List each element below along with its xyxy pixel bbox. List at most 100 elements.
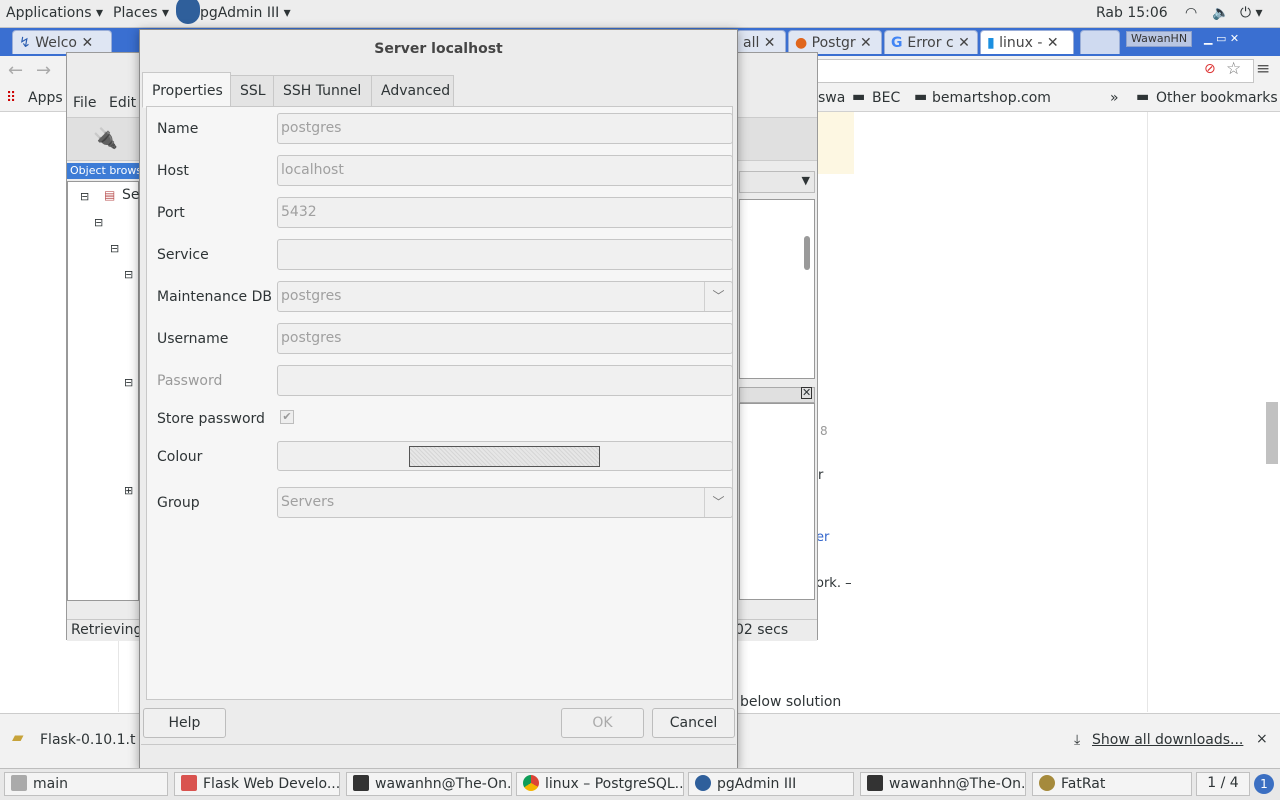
tab-properties[interactable]: Properties (142, 72, 231, 108)
host-field[interactable]: localhost (277, 155, 733, 186)
apps-link[interactable]: Apps (28, 90, 63, 106)
taskbar-item[interactable]: FatRat (1032, 772, 1192, 796)
workspace-switcher[interactable]: 1 / 4 (1196, 772, 1250, 796)
status-text: Retrieving (71, 622, 143, 638)
places-menu[interactable]: Places ▾ (113, 5, 169, 21)
collapse-icon[interactable]: ⊟ (124, 268, 133, 281)
username-field[interactable]: postgres (277, 323, 733, 354)
download-icon: ⤓ (1074, 732, 1081, 748)
colour-swatch (409, 446, 600, 467)
menu-edit[interactable]: Edit (109, 95, 136, 111)
folder-icon: ▬ (914, 89, 928, 105)
bookmark-folder[interactable]: bemartshop.com (932, 90, 1051, 106)
show-all-downloads-link[interactable]: Show all downloads... (1092, 732, 1243, 748)
tree-root[interactable]: Se (122, 187, 140, 203)
close-icon[interactable]: × (1256, 731, 1268, 747)
maintenance-db-value: postgres (281, 288, 342, 304)
browser-tab-active[interactable]: ▮ linux - ✕ (980, 30, 1074, 54)
name-label: Name (157, 121, 199, 137)
apps-icon: ⠿ (6, 90, 17, 106)
page-scrollbar-thumb[interactable] (1266, 402, 1278, 464)
host-label: Host (157, 163, 189, 179)
pgadmin-elephant-icon (176, 0, 200, 24)
port-field[interactable]: 5432 (277, 197, 733, 228)
name-field[interactable]: postgres (277, 113, 733, 144)
group-combo[interactable]: Servers ﹀ (277, 487, 733, 518)
collapse-icon[interactable]: ⊟ (80, 190, 89, 203)
help-button[interactable]: Help (143, 708, 226, 738)
scrollbar-thumb[interactable] (804, 236, 810, 270)
folder-icon: ▬ (852, 89, 866, 105)
chevron-down-icon[interactable]: ﹀ (704, 488, 732, 517)
taskbar-item[interactable]: Flask Web Develo... (174, 772, 340, 796)
maintenance-db-combo[interactable]: postgres ﹀ (277, 281, 733, 312)
taskbar-item[interactable]: main (4, 772, 168, 796)
colour-label: Colour (157, 449, 203, 465)
close-icon[interactable]: ✕ (81, 35, 93, 51)
app-menu[interactable]: pgAdmin III ▾ (200, 5, 291, 21)
document-viewer-icon (181, 775, 197, 791)
profile-button[interactable]: WawanHN (1126, 31, 1192, 47)
window-controls[interactable]: ▁ ▭ ✕ (1204, 32, 1274, 48)
archive-file-icon: ▰ (12, 728, 24, 746)
taskbar-item[interactable]: linux – PostgreSQL... (516, 772, 684, 796)
terminal-icon (867, 775, 883, 791)
dialog-title: Server localhost (374, 41, 503, 57)
chrome-icon (523, 775, 539, 791)
tab-favicon-icon: ▮ (987, 35, 1000, 51)
download-item[interactable]: Flask-0.10.1.t (40, 732, 135, 748)
browser-tab[interactable]: ↯ Welco ✕ (12, 30, 112, 54)
close-icon[interactable]: ✕ (801, 387, 812, 399)
tab-ssh-tunnel[interactable]: SSH Tunnel (273, 75, 372, 107)
expand-icon[interactable]: ⊞ (124, 484, 133, 497)
volume-icon[interactable]: 🔈 (1212, 5, 1229, 21)
fatrat-icon (1039, 775, 1055, 791)
blocked-icon[interactable]: ⊘ (1204, 61, 1216, 77)
taskbar-item[interactable]: wawanhn@The-On... (346, 772, 512, 796)
collapse-icon[interactable]: ⊟ (110, 242, 119, 255)
sql-pane-header: ✕ (739, 387, 815, 403)
group-value: Servers (281, 494, 335, 510)
bookmark-folder[interactable]: BEC (872, 90, 900, 106)
ok-button[interactable]: OK (561, 708, 644, 738)
connect-plug-icon[interactable]: 🔌 (93, 126, 118, 150)
cancel-button[interactable]: Cancel (652, 708, 735, 738)
notification-badge[interactable]: 1 (1254, 774, 1274, 794)
port-label: Port (157, 205, 185, 221)
wifi-icon[interactable]: ◠ (1185, 5, 1197, 21)
taskbar-item[interactable]: wawanhn@The-On... (860, 772, 1026, 796)
group-label: Group (157, 495, 200, 511)
menu-file[interactable]: File (73, 95, 96, 111)
bookmarks-overflow[interactable]: » (1110, 90, 1119, 106)
sql-combo[interactable]: ▼ (739, 171, 815, 193)
tab-ssl[interactable]: SSL (230, 75, 274, 107)
taskbar-item[interactable]: pgAdmin III (688, 772, 854, 796)
browser-tab[interactable]: ● Postgr ✕ (788, 30, 882, 54)
service-field[interactable] (277, 239, 733, 270)
object-tree[interactable]: ⊟ ▤ Se ⊟ ⊟ ⊟ ⊟ ⊞ (67, 181, 140, 601)
new-tab-button[interactable] (1080, 30, 1120, 54)
store-password-checkbox[interactable]: ✔ (280, 410, 294, 424)
omnibox[interactable] (816, 59, 1254, 83)
forward-icon[interactable]: → (36, 60, 51, 81)
power-icon[interactable]: ⏻ ▾ (1240, 5, 1263, 21)
bookmark[interactable]: swa (818, 90, 845, 106)
other-bookmarks[interactable]: Other bookmarks (1156, 90, 1278, 106)
object-browser-title: Object brows (67, 163, 139, 179)
pgadmin-elephant-icon (695, 775, 711, 791)
browser-tab[interactable]: G Error c ✕ (884, 30, 978, 54)
collapse-icon[interactable]: ⊟ (94, 216, 103, 229)
collapse-icon[interactable]: ⊟ (124, 376, 133, 389)
applications-menu[interactable]: Applications ▾ (6, 5, 103, 21)
tab-advanced[interactable]: Advanced (371, 75, 454, 107)
back-icon[interactable]: ← (8, 60, 23, 81)
password-field[interactable] (277, 365, 733, 396)
bookmark-star-icon[interactable]: ☆ (1226, 59, 1241, 79)
colour-picker-button[interactable] (277, 441, 733, 471)
clock[interactable]: Rab 15:06 (1096, 5, 1168, 21)
browser-tab[interactable]: all ✕ (736, 30, 786, 54)
chevron-down-icon[interactable]: ﹀ (704, 282, 732, 311)
store-password-label: Store password (157, 411, 265, 427)
google-icon: G (891, 35, 908, 51)
menu-icon[interactable]: ≡ (1256, 59, 1270, 79)
